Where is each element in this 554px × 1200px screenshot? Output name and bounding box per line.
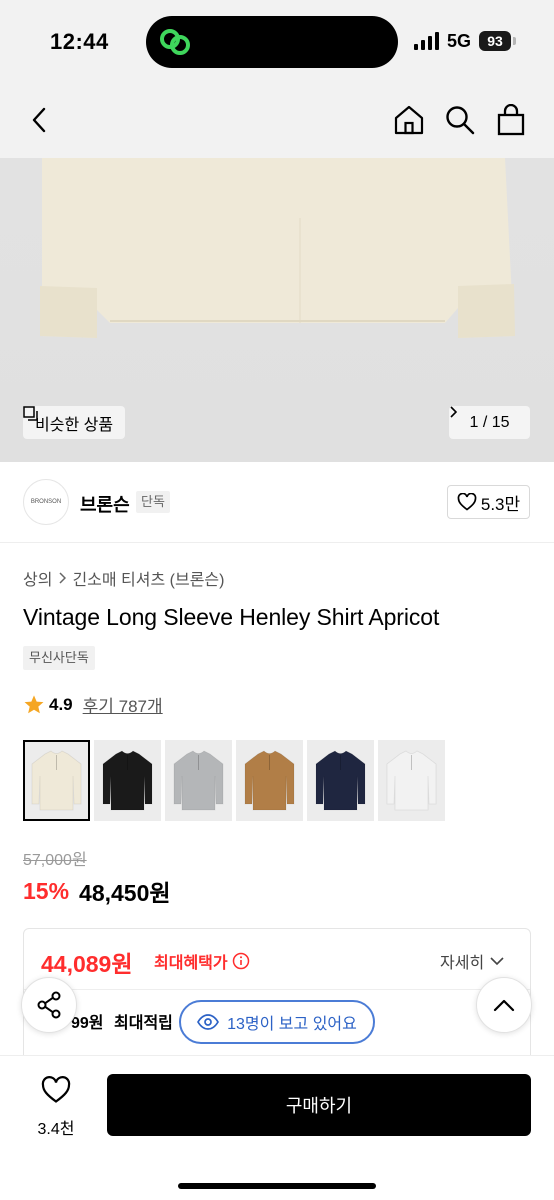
image-page-indicator[interactable]: 1 / 15 <box>449 406 530 439</box>
viewers-text: 13명이 보고 있어요 <box>227 1016 357 1033</box>
back-button[interactable] <box>22 102 58 138</box>
viewers-badge: 13명이 보고 있어요 <box>179 1000 375 1044</box>
back-arrow-icon <box>32 107 46 133</box>
color-swatch-grey[interactable] <box>165 740 232 821</box>
brand-like-button[interactable]: 5.3만 <box>447 485 530 519</box>
scroll-top-button[interactable] <box>476 977 532 1033</box>
page-indicator-text: 1 / 15 <box>469 413 510 431</box>
shirt-thumbnail-brown <box>244 750 295 811</box>
buy-button[interactable]: 구매하기 <box>107 1074 531 1136</box>
chevron-down-icon <box>490 956 504 965</box>
status-time: 12:44 <box>50 29 109 54</box>
battery-icon: 93 <box>479 31 511 51</box>
home-button[interactable] <box>391 102 427 138</box>
shirt-thumbnail-grey <box>173 750 224 811</box>
network-type: 5G <box>447 31 472 51</box>
brand-logo-text: BRONSON <box>30 498 62 505</box>
signal-icon <box>414 32 439 50</box>
color-swatch-white[interactable] <box>378 740 445 821</box>
heart-outline-icon <box>457 493 477 511</box>
wishlist-button[interactable]: 3.4천 <box>30 1076 82 1139</box>
shopping-bag-icon <box>497 104 525 136</box>
similar-products-button[interactable]: 비슷한 상품 <box>23 406 126 439</box>
original-price: 57,000원 <box>23 852 87 869</box>
price-row: 15% 48,450원 <box>23 874 171 908</box>
search-button[interactable] <box>442 102 478 138</box>
max-benefit-label-text: 최대혜택가 <box>154 955 228 972</box>
color-swatch-black[interactable] <box>94 740 161 821</box>
shirt-thumbnail-apricot <box>31 750 82 811</box>
max-points-label: 최대적립 <box>114 1015 173 1032</box>
chevron-right-icon <box>59 572 67 584</box>
search-icon <box>446 106 475 135</box>
benefit-divider <box>24 989 530 990</box>
wishlist-count: 3.4천 <box>37 1121 75 1138</box>
home-indicator <box>178 1183 376 1189</box>
color-swatch-navy[interactable] <box>307 740 374 821</box>
shirt-thumbnail-black <box>102 750 153 811</box>
rating-row: 4.9 후기 787개 <box>23 692 163 717</box>
brand-row: BRONSON 브론슨 단독 5.3만 <box>0 463 554 543</box>
color-swatch-apricot[interactable] <box>23 740 90 821</box>
product-image-carousel[interactable]: 비슷한 상품 1 / 15 <box>0 158 554 462</box>
breadcrumb-category[interactable]: 상의 <box>23 566 52 590</box>
eye-icon <box>197 1014 220 1030</box>
breadcrumb-subcategory[interactable]: 긴소매 티셔츠 (브론슨) <box>72 566 224 590</box>
benefit-box: 44,089원 최대혜택가 자세히 99원 최대적립 <box>23 928 531 1068</box>
top-nav <box>0 84 554 158</box>
chevron-right-icon <box>450 406 457 418</box>
similar-icon <box>23 406 38 421</box>
color-swatches <box>23 740 445 821</box>
musinsa-exclusive-tag: 무신사단독 <box>23 646 95 670</box>
share-button[interactable] <box>21 977 77 1033</box>
dynamic-island <box>146 16 398 68</box>
color-swatch-brown[interactable] <box>236 740 303 821</box>
discount-rate: 15% <box>23 877 70 904</box>
star-icon <box>24 694 44 713</box>
detail-label: 자세히 <box>440 955 485 972</box>
similar-products-label: 비슷한 상품 <box>35 416 114 434</box>
breadcrumb: 상의 긴소매 티셔츠 (브론슨) <box>23 566 224 590</box>
shirt-thumbnail-navy <box>315 750 366 811</box>
info-icon <box>232 952 249 970</box>
battery-tip <box>513 37 516 45</box>
product-title: Vintage Long Sleeve Henley Shirt Apricot <box>23 604 440 630</box>
brand-exclusive-tag: 단독 <box>136 491 170 513</box>
cart-button[interactable] <box>493 102 529 138</box>
review-count-link[interactable]: 후기 787개 <box>83 692 163 717</box>
bottom-action-bar: 3.4천 구매하기 <box>0 1055 554 1200</box>
heart-outline-icon <box>41 1076 71 1103</box>
home-icon <box>394 105 424 135</box>
sale-price: 48,450원 <box>79 880 171 906</box>
brand-like-count: 5.3만 <box>480 494 521 514</box>
brand-name[interactable]: 브론슨 <box>80 491 130 517</box>
chevron-up-icon <box>493 999 515 1012</box>
benefit-detail-toggle[interactable]: 자세히 <box>440 949 504 973</box>
share-icon <box>37 991 61 1019</box>
max-benefit-label[interactable]: 최대혜택가 <box>154 949 250 973</box>
status-bar: 12:44 5G 93 <box>0 0 554 84</box>
max-benefit-price: 44,089원 <box>41 951 133 977</box>
shirt-thumbnail-white <box>386 750 437 811</box>
app-link-icon <box>160 29 190 55</box>
brand-logo[interactable]: BRONSON <box>23 479 69 525</box>
rating-score: 4.9 <box>49 694 73 714</box>
